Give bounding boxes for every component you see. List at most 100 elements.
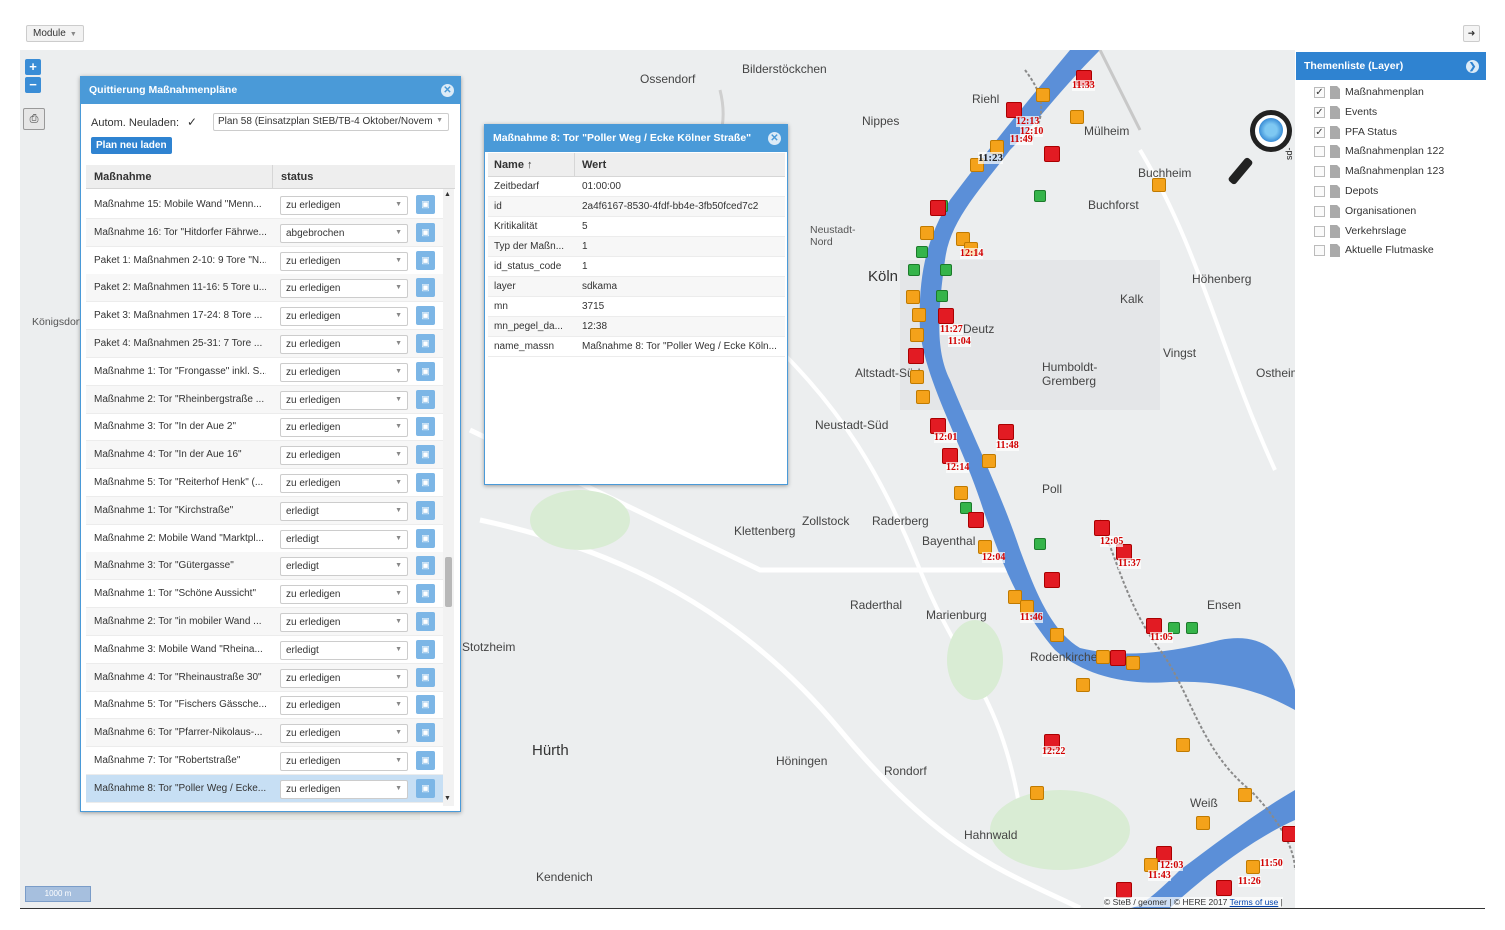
save-icon[interactable]: ▣ — [416, 695, 435, 715]
status-select[interactable]: erledigt ▼ — [280, 501, 408, 521]
property-row[interactable]: id 2a4f6167-8530-4fdf-bb4e-3fb50fced7c2 — [488, 197, 785, 217]
layer-checkbox[interactable] — [1314, 146, 1325, 158]
status-select[interactable]: zu erledigen ▼ — [280, 362, 408, 382]
save-icon[interactable]: ▣ — [416, 306, 435, 326]
layer-item[interactable]: ✓ PFA Status — [1314, 125, 1484, 143]
save-icon[interactable]: ▣ — [416, 667, 435, 687]
status-select[interactable]: zu erledigen ▼ — [280, 196, 408, 215]
measure-marker[interactable] — [954, 486, 968, 500]
status-select[interactable]: zu erledigen ▼ — [280, 390, 408, 410]
event-marker[interactable] — [968, 512, 984, 528]
layer-item[interactable]: Organisationen — [1314, 204, 1484, 222]
table-row[interactable]: Maßnahme 15: Mobile Wand "Menn... zu erle… — [86, 191, 443, 219]
measure-marker[interactable] — [920, 226, 934, 240]
measure-marker[interactable] — [1246, 860, 1260, 874]
layer-checkbox[interactable] — [1314, 186, 1325, 197]
plan-select[interactable]: Plan 58 (Einsatzplan StEB/TB-4 Oktober/N… — [213, 113, 449, 131]
measure-marker[interactable] — [912, 308, 926, 322]
property-row[interactable]: name_massn Maßnahme 8: Tor "Poller Weg / … — [488, 337, 785, 357]
table-row[interactable]: Maßnahme 1: Tor "Schöne Aussicht" zu erle… — [86, 580, 443, 609]
measure-marker[interactable] — [1126, 656, 1140, 670]
table-row[interactable]: Paket 4: Maßnahmen 25-31: 7 Tore ... zu e… — [86, 330, 443, 358]
save-icon[interactable]: ▣ — [416, 723, 435, 743]
status-select[interactable]: abgebrochen ▼ — [280, 223, 408, 243]
table-row[interactable]: Maßnahme 2: Mobile Wand "Marktpl... erled… — [86, 525, 443, 553]
logout-icon[interactable]: ➜ — [1463, 25, 1480, 42]
table-row[interactable]: Maßnahme 1: Tor "Frongasse" inkl. S... zu… — [86, 358, 443, 386]
save-icon[interactable]: ▣ — [416, 278, 435, 298]
close-icon[interactable]: ✕ — [768, 132, 781, 145]
save-icon[interactable]: ▣ — [416, 361, 435, 381]
module-menu-button[interactable]: Module ▼ — [26, 25, 84, 42]
table-row[interactable]: Maßnahme 1: Tor "Kirchstraße" erledigt ▼ ▣ — [86, 496, 443, 525]
save-icon[interactable]: ▣ — [416, 445, 435, 465]
save-icon[interactable]: ▣ — [416, 639, 435, 659]
scroll-up-icon[interactable]: ▲ — [444, 191, 451, 198]
status-select[interactable]: zu erledigen ▼ — [280, 724, 408, 744]
layer-checkbox[interactable] — [1314, 205, 1325, 217]
measure-marker[interactable] — [1076, 678, 1090, 692]
measure-marker[interactable] — [1050, 628, 1064, 642]
property-row[interactable]: mn_pegel_da... 12:38 — [488, 317, 785, 337]
table-row[interactable]: Maßnahme 5: Tor "Reiterhof Henk" (... zu … — [86, 469, 443, 497]
table-row[interactable]: Maßnahme 16: Tor "Hitdorfer Fährwe... abg… — [86, 218, 443, 247]
status-select[interactable]: zu erledigen ▼ — [280, 418, 408, 438]
save-icon[interactable]: ▣ — [416, 751, 435, 770]
status-select[interactable]: zu erledigen ▼ — [280, 585, 408, 605]
table-row[interactable]: Maßnahme 2: Tor "in mobiler Wand ... zu e… — [86, 608, 443, 636]
event-marker[interactable] — [1094, 520, 1110, 536]
layer-checkbox[interactable]: ✓ — [1314, 126, 1325, 138]
event-marker[interactable] — [908, 348, 924, 364]
property-row[interactable]: mn 3715 — [488, 297, 785, 317]
status-marker[interactable] — [1186, 622, 1198, 634]
property-row[interactable]: layer sdkama — [488, 277, 785, 297]
save-icon[interactable]: ▣ — [416, 612, 435, 631]
layer-checkbox[interactable]: ✓ — [1314, 106, 1325, 118]
status-select[interactable]: zu erledigen ▼ — [280, 335, 408, 354]
layer-checkbox[interactable] — [1314, 225, 1325, 237]
table-row[interactable]: Maßnahme 5: Tor "Fischers Gässche... zu e… — [86, 691, 443, 720]
property-row[interactable]: Typ der Maßn... 1 — [488, 237, 785, 257]
table-row[interactable]: Maßnahme 4: Tor "In der Aue 16" zu erledi… — [86, 441, 443, 470]
reload-plan-button[interactable]: Plan neu laden — [91, 137, 172, 154]
status-select[interactable]: zu erledigen ▼ — [280, 446, 408, 466]
table-scrollbar[interactable]: ▲ ▼ — [443, 189, 454, 806]
table-row[interactable]: Paket 3: Maßnahmen 17-24: 8 Tore ... zu e… — [86, 302, 443, 331]
status-marker[interactable] — [916, 246, 928, 258]
measure-marker[interactable] — [1036, 88, 1050, 102]
measure-marker[interactable] — [1176, 738, 1190, 752]
property-row[interactable]: Kritikalität 5 — [488, 217, 785, 237]
layer-item[interactable]: ✓ Events — [1314, 105, 1484, 123]
status-marker[interactable] — [1034, 190, 1046, 202]
measure-marker[interactable] — [910, 328, 924, 342]
event-marker[interactable] — [1282, 826, 1295, 842]
event-marker[interactable] — [930, 200, 946, 216]
column-header-name[interactable]: Maßnahme — [94, 171, 151, 183]
status-marker[interactable] — [936, 290, 948, 302]
status-marker[interactable] — [908, 264, 920, 276]
measure-marker[interactable] — [1196, 816, 1210, 830]
auto-reload-checkbox[interactable]: ✓ — [187, 115, 197, 129]
measure-marker[interactable] — [1238, 788, 1252, 802]
layer-item[interactable]: Aktuelle Flutmaske — [1314, 243, 1484, 261]
table-row[interactable]: Maßnahme 8: Tor "Poller Weg / Ecke... zu … — [86, 774, 443, 803]
status-select[interactable]: zu erledigen ▼ — [280, 696, 408, 716]
status-marker[interactable] — [940, 264, 952, 276]
event-marker[interactable] — [938, 308, 954, 324]
status-select[interactable]: zu erledigen ▼ — [280, 307, 408, 327]
table-row[interactable]: Maßnahme 3: Tor "In der Aue 2" zu erledig… — [86, 413, 443, 442]
table-row[interactable]: Maßnahme 6: Tor "Pfarrer-Nikolaus-... zu … — [86, 719, 443, 748]
status-select[interactable]: erledigt ▼ — [280, 557, 408, 577]
measure-marker[interactable] — [982, 454, 996, 468]
layer-item[interactable]: Depots — [1314, 184, 1484, 202]
save-icon[interactable]: ▣ — [416, 500, 435, 520]
table-row[interactable]: Maßnahme 2: Tor "Rheinbergstraße ... zu e… — [86, 385, 443, 414]
status-select[interactable]: zu erledigen ▼ — [280, 613, 408, 632]
layer-checkbox[interactable]: ✓ — [1314, 87, 1325, 98]
event-marker[interactable] — [1044, 146, 1060, 162]
measure-marker[interactable] — [906, 290, 920, 304]
status-select[interactable]: erledigt ▼ — [280, 529, 408, 549]
measure-marker[interactable] — [916, 390, 930, 404]
measure-marker[interactable] — [1030, 786, 1044, 800]
property-row[interactable]: Zeitbedarf 01:00:00 — [488, 177, 785, 197]
